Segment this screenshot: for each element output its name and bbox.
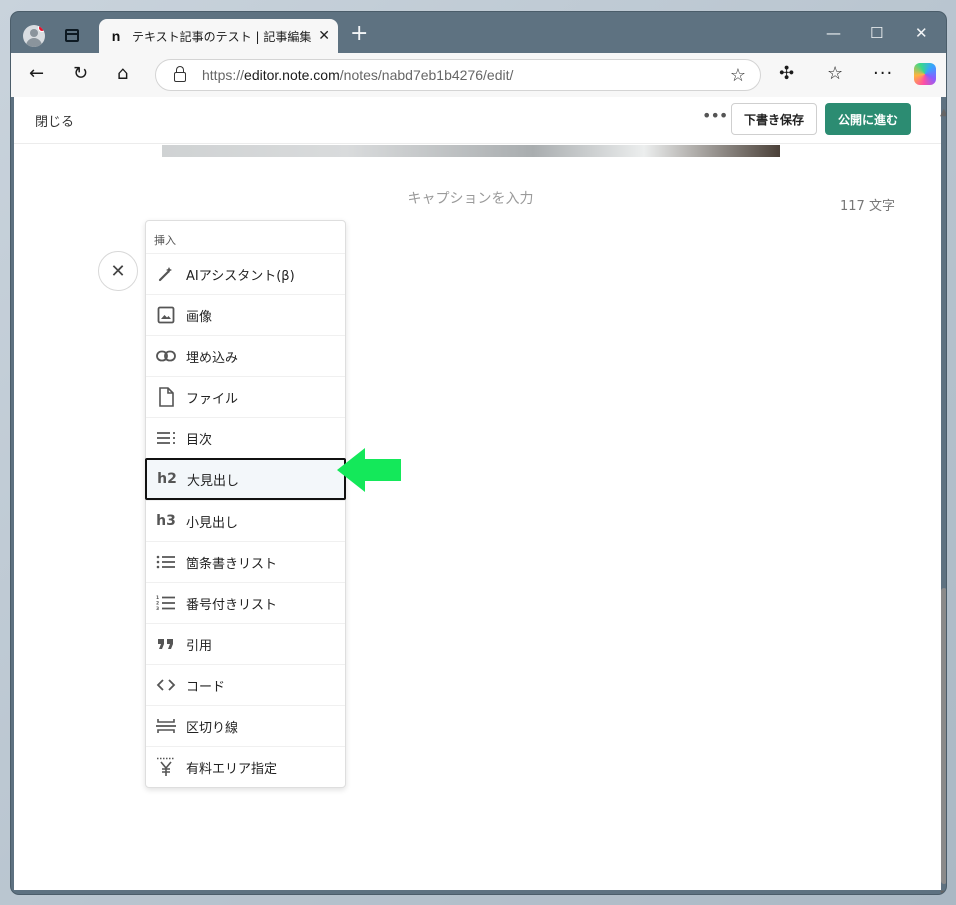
menu-item-label: コード — [186, 679, 226, 695]
insert-menu: 挿入 AIアシスタント(β) 画像 埋め込み ファイル 目次 h2 大見出し h… — [145, 220, 346, 788]
favorites-list-icon[interactable]: ☆ — [827, 63, 843, 85]
url-path: /notes/nabd7eb1b4276/edit/ — [339, 67, 514, 83]
link-icon — [156, 346, 176, 366]
close-insert-menu-button[interactable]: ✕ — [98, 251, 138, 291]
h2-icon: h2 — [157, 471, 177, 487]
avatar-body — [26, 38, 42, 47]
new-tab-icon[interactable]: + — [350, 23, 368, 45]
note-favicon-icon: n — [111, 28, 121, 44]
editor-header: 閉じる ••• 下書き保存 公開に進む — [14, 97, 941, 144]
menu-item-label: ファイル — [186, 391, 239, 407]
menu-item-label: 小見出し — [186, 515, 239, 531]
settings-more-icon[interactable]: ··· — [873, 63, 893, 85]
minimize-icon[interactable]: — — [826, 24, 841, 42]
address-bar[interactable]: https://editor.note.com/notes/nabd7eb1b4… — [155, 59, 761, 91]
title-bar: n テキスト記事のテスト | 記事編集 | note ✕ + — ☐ ✕ — [11, 12, 946, 53]
maximize-icon[interactable]: ☐ — [870, 24, 883, 42]
divider-icon — [156, 716, 176, 736]
url-prefix: https:// — [202, 67, 245, 83]
menu-item-numbered-list[interactable]: 123 番号付きリスト — [146, 582, 345, 623]
scroll-down-arrow-icon[interactable]: ▼ — [940, 889, 946, 894]
more-options-icon[interactable]: ••• — [702, 106, 728, 125]
svg-text:1: 1 — [156, 595, 159, 601]
yen-icon — [156, 757, 176, 777]
favorite-star-icon[interactable]: ☆ — [730, 65, 746, 86]
menu-item-label: 目次 — [186, 432, 213, 448]
publish-button[interactable]: 公開に進む — [825, 103, 911, 135]
magic-wand-icon — [156, 264, 176, 284]
home-icon[interactable]: ⌂ — [117, 63, 128, 85]
menu-item-heading-small[interactable]: h3 小見出し — [146, 500, 345, 541]
menu-item-label: 箇条書きリスト — [186, 556, 278, 572]
file-icon — [156, 387, 176, 407]
url-host: editor.note.com — [244, 67, 340, 83]
menu-item-label: AIアシスタント(β) — [186, 268, 295, 284]
menu-item-heading-large[interactable]: h2 大見出し — [145, 458, 346, 500]
tab-title: テキスト記事のテスト | 記事編集 | note — [132, 29, 312, 44]
browser-toolbar: ← ↻ ⌂ https://editor.note.com/notes/nabd… — [11, 53, 946, 97]
toc-icon — [156, 428, 176, 448]
avatar-head — [30, 29, 38, 37]
character-count: 117 文字 — [840, 199, 895, 214]
article-image — [162, 145, 780, 157]
numbered-list-icon: 123 — [156, 593, 176, 613]
menu-item-label: 番号付きリスト — [186, 597, 278, 613]
menu-item-image[interactable]: 画像 — [146, 294, 345, 335]
menu-item-label: 大見出し — [187, 473, 240, 489]
scrollbar-thumb[interactable] — [941, 588, 946, 884]
svg-text:3: 3 — [156, 606, 159, 611]
caption-input[interactable]: キャプションを入力 — [14, 188, 927, 208]
svg-text:2: 2 — [156, 601, 159, 607]
window-close-icon[interactable]: ✕ — [915, 24, 928, 42]
save-draft-button[interactable]: 下書き保存 — [731, 103, 817, 135]
scroll-up-arrow-icon[interactable]: ▲ — [940, 107, 946, 118]
menu-item-toc[interactable]: 目次 — [146, 417, 345, 458]
profile-avatar[interactable] — [23, 25, 45, 47]
close-editor-link[interactable]: 閉じる — [35, 111, 74, 130]
menu-item-label: 引用 — [186, 638, 213, 654]
copilot-icon[interactable] — [914, 63, 936, 85]
menu-item-divider[interactable]: 区切り線 — [146, 705, 345, 746]
bullet-list-icon — [156, 552, 176, 572]
refresh-icon[interactable]: ↻ — [73, 63, 88, 85]
menu-item-label: 埋め込み — [186, 350, 239, 366]
quote-icon — [156, 634, 176, 654]
menu-item-quote[interactable]: 引用 — [146, 623, 345, 664]
menu-item-label: 有料エリア指定 — [186, 761, 278, 777]
h3-icon: h3 — [156, 513, 176, 529]
menu-item-code[interactable]: コード — [146, 664, 345, 705]
green-pointer-arrow-icon — [337, 448, 401, 492]
image-icon — [156, 305, 176, 325]
notification-dot — [38, 25, 45, 32]
browser-tab[interactable]: n テキスト記事のテスト | 記事編集 | note ✕ — [99, 19, 338, 53]
extensions-puzzle-icon[interactable]: ✣ — [779, 63, 794, 85]
editor-page: 閉じる ••• 下書き保存 公開に進む キャプションを入力 117 文字 ✕ 挿… — [14, 97, 941, 890]
menu-item-label: 画像 — [186, 309, 213, 325]
menu-item-file[interactable]: ファイル — [146, 376, 345, 417]
insert-menu-header: 挿入 — [154, 234, 176, 247]
menu-item-embed[interactable]: 埋め込み — [146, 335, 345, 376]
menu-item-paid-area[interactable]: 有料エリア指定 — [146, 746, 345, 787]
url-text[interactable]: https://editor.note.com/notes/nabd7eb1b4… — [202, 67, 513, 83]
code-icon — [156, 675, 176, 695]
menu-item-label: 区切り線 — [186, 720, 239, 736]
menu-item-bullet-list[interactable]: 箇条書きリスト — [146, 541, 345, 582]
menu-item-ai-assistant[interactable]: AIアシスタント(β) — [146, 253, 345, 294]
lock-icon[interactable] — [174, 66, 186, 82]
tab-close-icon[interactable]: ✕ — [318, 28, 330, 44]
close-x-icon: ✕ — [110, 260, 126, 282]
tab-actions-icon[interactable] — [65, 29, 79, 42]
browser-window: n テキスト記事のテスト | 記事編集 | note ✕ + — ☐ ✕ ← ↻… — [11, 12, 946, 894]
back-arrow-icon[interactable]: ← — [29, 63, 44, 85]
